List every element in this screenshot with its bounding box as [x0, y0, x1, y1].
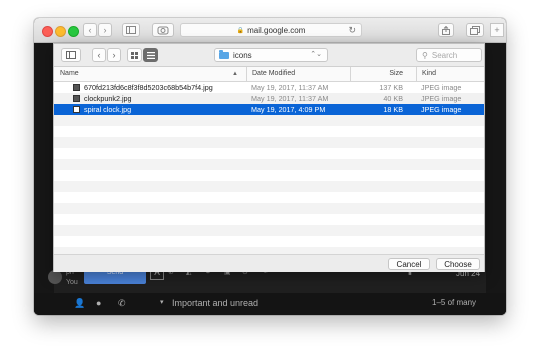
empty-row — [54, 148, 484, 159]
folder-icon — [219, 49, 229, 59]
empty-row — [54, 247, 484, 254]
empty-row — [54, 181, 484, 192]
sidebar-toggle-button[interactable] — [61, 48, 81, 62]
image-file-icon — [73, 84, 80, 91]
dialog-toolbar: ‹ › icons ⌃⌄ ⚲ — [54, 44, 484, 67]
chevron-left-icon: ‹ — [88, 25, 92, 35]
cancel-button[interactable]: Cancel — [388, 258, 430, 270]
share-button[interactable] — [438, 23, 454, 37]
grid-icon — [131, 51, 138, 59]
column-size-header[interactable]: Size — [350, 67, 408, 81]
search-field[interactable]: ⚲ — [416, 48, 482, 62]
maximize-window-button[interactable] — [68, 26, 79, 37]
list-view-button[interactable] — [143, 48, 158, 62]
image-file-icon — [73, 106, 80, 113]
search-icon: ⚲ — [422, 50, 428, 60]
gmail-bottom-bar: 👤 ● ✆ ▾ Important and unread 1–5 of many — [34, 293, 506, 315]
file-row-selected[interactable]: spiral clock.jpg May 19, 2017, 4:09 PM 1… — [54, 104, 484, 115]
file-row[interactable]: clockpunk2.jpg May 19, 2017, 11:37 AM 40… — [54, 93, 484, 104]
empty-row — [54, 236, 484, 247]
file-name: clockpunk2.jpg — [84, 94, 132, 103]
location-icon[interactable]: ● — [96, 298, 101, 308]
avatar — [48, 270, 62, 284]
share-icon — [442, 25, 450, 35]
extension-button[interactable] — [152, 23, 174, 37]
expand-section-icon[interactable]: ▾ — [160, 298, 164, 306]
pagination-text: 1–5 of many — [432, 298, 477, 307]
dialog-footer: Cancel Choose — [54, 254, 484, 272]
file-kind: JPEG image — [421, 105, 462, 114]
file-kind: JPEG image — [421, 94, 462, 103]
chevron-right-icon: › — [112, 50, 116, 60]
column-kind-header[interactable]: Kind — [416, 67, 484, 81]
file-date: May 19, 2017, 11:37 AM — [251, 83, 329, 92]
close-window-button[interactable] — [42, 26, 53, 37]
empty-row — [54, 214, 484, 225]
column-date-label: Date Modified — [252, 70, 296, 77]
address-bar[interactable]: 🔒 mail.google.com ↻ — [180, 23, 362, 37]
empty-row — [54, 115, 484, 126]
tabs-icon — [470, 25, 480, 35]
empty-row — [54, 225, 484, 236]
forward-button[interactable]: › — [107, 48, 121, 62]
new-tab-button[interactable]: + — [490, 23, 504, 37]
message-snippet: You — [66, 279, 78, 286]
sidebar-icon — [66, 51, 76, 59]
file-date: May 19, 2017, 4:09 PM — [251, 105, 326, 114]
icon-view-button[interactable] — [127, 48, 142, 62]
column-name-header[interactable]: Name — [60, 67, 240, 81]
choose-label: Choose — [444, 259, 472, 269]
column-kind-label: Kind — [422, 70, 437, 77]
file-kind: JPEG image — [421, 83, 462, 92]
file-list: 670fd213fd6c8f3f8d5203c68b54b7f4.jpg May… — [54, 82, 484, 254]
sidebar-toggle-button[interactable] — [122, 23, 140, 37]
address-text: mail.google.com — [247, 25, 306, 35]
column-date-header[interactable]: Date Modified — [246, 67, 350, 81]
back-button[interactable]: ‹ — [92, 48, 106, 62]
column-header-bar: Name ▲ Date Modified Size Kind — [54, 67, 484, 82]
empty-row — [54, 159, 484, 170]
empty-row — [54, 192, 484, 203]
column-name-label: Name — [60, 70, 79, 77]
file-size: 137 KB — [379, 83, 403, 92]
column-size-label: Size — [389, 70, 403, 77]
file-row[interactable]: 670fd213fd6c8f3f8d5203c68b54b7f4.jpg May… — [54, 82, 484, 93]
forward-button[interactable]: › — [98, 23, 112, 37]
file-chooser-dialog: ‹ › icons ⌃⌄ ⚲ Name ▲ Date Modified Siz — [53, 43, 485, 272]
file-size: 18 KB — [383, 105, 403, 114]
section-title[interactable]: Important and unread — [172, 298, 258, 308]
empty-row — [54, 137, 484, 148]
cancel-label: Cancel — [396, 259, 422, 269]
sort-ascending-icon: ▲ — [232, 71, 238, 77]
sidebar-icon — [126, 26, 136, 34]
chevron-right-icon: › — [103, 25, 107, 35]
reload-icon[interactable]: ↻ — [348, 25, 356, 36]
person-icon[interactable]: 👤 — [74, 298, 85, 309]
empty-row — [54, 126, 484, 137]
lock-icon: 🔒 — [236, 27, 245, 34]
extension-icon — [157, 26, 169, 35]
minimize-window-button[interactable] — [55, 26, 66, 37]
file-date: May 19, 2017, 11:37 AM — [251, 94, 329, 103]
file-name: 670fd213fd6c8f3f8d5203c68b54b7f4.jpg — [84, 83, 213, 92]
back-button[interactable]: ‹ — [83, 23, 97, 37]
phone-icon[interactable]: ✆ — [118, 298, 126, 309]
search-input[interactable] — [431, 50, 474, 60]
plus-icon: + — [494, 25, 500, 35]
file-size: 40 KB — [383, 94, 403, 103]
folder-popup[interactable]: icons ⌃⌄ — [214, 48, 328, 62]
browser-toolbar: ‹ › 🔒 mail.google.com ↻ + — [34, 18, 506, 43]
empty-row — [54, 203, 484, 214]
file-name: spiral clock.jpg — [84, 105, 132, 114]
choose-button[interactable]: Choose — [436, 258, 480, 270]
list-icon — [146, 51, 155, 59]
image-file-icon — [73, 95, 80, 102]
chevron-left-icon: ‹ — [97, 50, 101, 60]
chevron-updown-icon: ⌃⌄ — [310, 51, 322, 58]
folder-name: icons — [233, 50, 252, 60]
tabs-overview-button[interactable] — [466, 23, 484, 37]
empty-row — [54, 170, 484, 181]
